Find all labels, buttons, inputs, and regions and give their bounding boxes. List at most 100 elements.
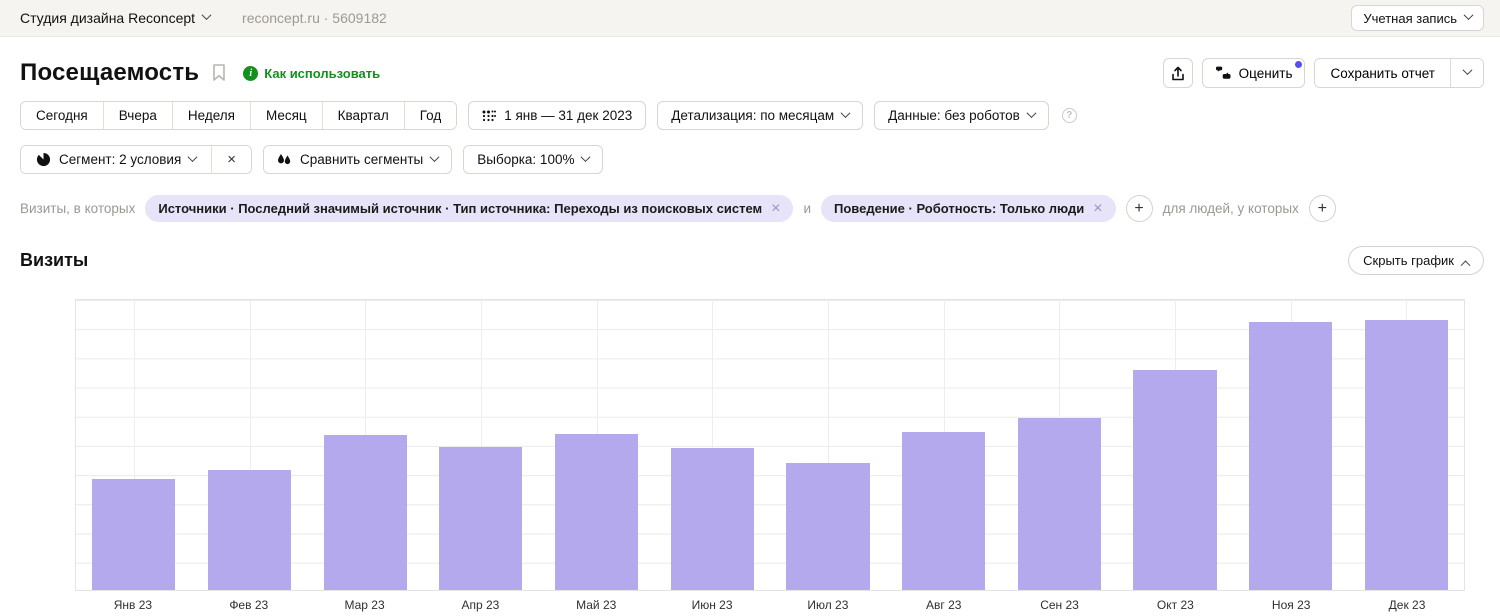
- range-today-label: Сегодня: [36, 108, 88, 123]
- chart-column: [1233, 300, 1349, 590]
- close-icon: ×: [227, 152, 236, 167]
- chevron-down-icon: [202, 10, 212, 20]
- site-info: reconcept.ru · 5609182: [242, 10, 387, 26]
- visits-bar[interactable]: [555, 434, 638, 590]
- chart-column: [539, 300, 655, 590]
- visits-bar[interactable]: [1018, 418, 1101, 590]
- period-controls: Сегодня Вчера Неделя Месяц Квартал Год 1…: [0, 101, 1500, 130]
- calendar-dots-icon: [482, 109, 496, 123]
- x-axis-label: Май 23: [538, 598, 654, 612]
- chart-column: [654, 300, 770, 590]
- people-filter-label: для людей, у которых: [1163, 201, 1299, 216]
- chevron-down-icon: [1464, 10, 1474, 20]
- chevron-up-icon: [1461, 260, 1471, 270]
- page-title: Посещаемость: [20, 59, 199, 87]
- account-button[interactable]: Учетная запись: [1351, 5, 1484, 31]
- filter-chip-source[interactable]: Источники · Последний значимый источник …: [145, 195, 793, 222]
- range-week-button[interactable]: Неделя: [173, 102, 251, 129]
- chevron-down-icon: [1026, 108, 1036, 118]
- visits-filter-label: Визиты, в которых: [20, 201, 135, 216]
- chevron-down-icon: [581, 152, 591, 162]
- date-range-button[interactable]: 1 янв — 31 дек 2023: [468, 101, 646, 130]
- chart-column: [1117, 300, 1233, 590]
- x-axis-label: Янв 23: [75, 598, 191, 612]
- compare-segments-button[interactable]: Сравнить сегменты: [263, 145, 452, 174]
- rate-button[interactable]: Оценить: [1202, 58, 1306, 88]
- x-axis-label: Сен 23: [1002, 598, 1118, 612]
- x-axis-label: Июн 23: [654, 598, 770, 612]
- filter-chip-behavior[interactable]: Поведение · Роботность: Только люди ×: [821, 195, 1116, 222]
- visits-bar[interactable]: [1133, 370, 1216, 590]
- save-report-button[interactable]: Сохранить отчет: [1315, 59, 1451, 87]
- add-people-filter-button[interactable]: +: [1309, 195, 1336, 222]
- sampling-button[interactable]: Выборка: 100%: [463, 145, 603, 174]
- and-label: и: [803, 201, 811, 216]
- hide-chart-button[interactable]: Скрыть график: [1348, 246, 1484, 275]
- segment-pie-icon: [36, 152, 51, 167]
- counter-name: Студия дизайна Reconcept: [20, 10, 195, 26]
- segment-label: Сегмент: 2 условия: [59, 152, 181, 167]
- filters-row: Визиты, в которых Источники · Последний …: [0, 195, 1500, 222]
- info-icon: i: [243, 66, 258, 81]
- account-label: Учетная запись: [1363, 11, 1457, 26]
- visits-bar[interactable]: [1365, 320, 1448, 590]
- hide-chart-label: Скрыть график: [1363, 253, 1454, 268]
- chip-close-icon[interactable]: ×: [771, 203, 780, 215]
- save-report-split-button: Сохранить отчет: [1314, 58, 1484, 88]
- visits-section-title: Визиты: [20, 250, 88, 271]
- chart-x-axis-labels: Янв 23Фев 23Мар 23Апр 23Май 23Июн 23Июл …: [75, 598, 1465, 612]
- data-robots-button[interactable]: Данные: без роботов: [874, 101, 1049, 130]
- save-report-label: Сохранить отчет: [1330, 66, 1435, 81]
- range-yesterday-button[interactable]: Вчера: [104, 102, 173, 129]
- data-robots-label: Данные: без роботов: [888, 108, 1020, 123]
- x-axis-label: Апр 23: [422, 598, 538, 612]
- range-year-button[interactable]: Год: [405, 102, 457, 129]
- page-header: Посещаемость i Как использовать Оценить …: [0, 37, 1500, 88]
- bookmark-icon[interactable]: [211, 63, 227, 83]
- range-month-button[interactable]: Месяц: [251, 102, 323, 129]
- chevron-down-icon: [430, 152, 440, 162]
- x-axis-label: Ноя 23: [1233, 598, 1349, 612]
- segment-clear-button[interactable]: ×: [212, 146, 251, 173]
- range-month-label: Месяц: [266, 108, 307, 123]
- x-axis-label: Авг 23: [886, 598, 1002, 612]
- visits-bar-chart: [75, 299, 1465, 591]
- visits-bar[interactable]: [208, 470, 291, 590]
- range-today-button[interactable]: Сегодня: [21, 102, 104, 129]
- x-axis-label: Мар 23: [307, 598, 423, 612]
- sampling-label: Выборка: 100%: [477, 152, 574, 167]
- range-yesterday-label: Вчера: [119, 108, 157, 123]
- counter-selector[interactable]: Студия дизайна Reconcept: [20, 10, 210, 26]
- add-visit-filter-button[interactable]: +: [1126, 195, 1153, 222]
- visits-bar[interactable]: [324, 435, 407, 590]
- segment-button[interactable]: Сегмент: 2 условия: [21, 146, 212, 173]
- detail-button[interactable]: Детализация: по месяцам: [657, 101, 863, 130]
- chart-column: [770, 300, 886, 590]
- notification-dot: [1295, 61, 1302, 68]
- visits-bar[interactable]: [902, 432, 985, 590]
- visits-bar[interactable]: [671, 448, 754, 590]
- help-question-icon[interactable]: ?: [1062, 108, 1077, 123]
- how-to-use-label: Как использовать: [264, 66, 380, 81]
- range-year-label: Год: [420, 108, 442, 123]
- chart-column: [76, 300, 192, 590]
- chip-close-icon[interactable]: ×: [1093, 203, 1102, 215]
- share-button[interactable]: [1163, 58, 1193, 88]
- chart-column: [307, 300, 423, 590]
- range-quarter-button[interactable]: Квартал: [323, 102, 405, 129]
- how-to-use-link[interactable]: i Как использовать: [243, 66, 380, 81]
- save-report-dropdown-button[interactable]: [1451, 59, 1483, 87]
- visits-bar[interactable]: [439, 447, 522, 590]
- filter-chip-behavior-label: Поведение · Роботность: Только люди: [834, 201, 1084, 216]
- visits-bar[interactable]: [1249, 322, 1332, 590]
- segment-controls: Сегмент: 2 условия × Сравнить сегменты В…: [0, 145, 1500, 174]
- detail-label: Детализация: по месяцам: [671, 108, 834, 123]
- chevron-down-icon: [188, 152, 198, 162]
- x-axis-label: Фев 23: [191, 598, 307, 612]
- visits-bar[interactable]: [92, 479, 175, 590]
- chart-column: [423, 300, 539, 590]
- x-axis-label: Окт 23: [1117, 598, 1233, 612]
- chart-column: [886, 300, 1002, 590]
- visits-bar[interactable]: [786, 463, 869, 590]
- chevron-down-icon: [841, 108, 851, 118]
